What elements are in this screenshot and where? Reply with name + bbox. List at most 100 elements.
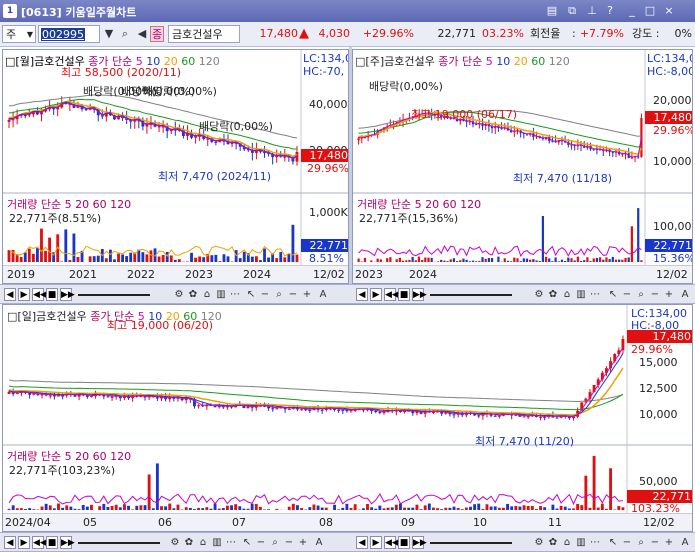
volume-bar <box>423 505 427 510</box>
minus-zoom-icon[interactable]: − <box>258 287 272 302</box>
d-settings-icon[interactable]: ✿ <box>182 535 196 550</box>
w-rewind-button[interactable]: ◀◀ <box>384 288 399 301</box>
candle-body <box>197 405 201 407</box>
d2-draw-icon[interactable]: ⋯ <box>588 535 602 550</box>
d-stop-button[interactable]: ■ <box>46 536 58 549</box>
volume-bar <box>254 503 258 510</box>
grid-icon[interactable]: ▤ <box>545 4 559 18</box>
volume-bar <box>341 507 345 510</box>
d-auto-scale-icon[interactable]: A <box>312 535 326 550</box>
w-magnify-icon[interactable]: ⌕ <box>634 287 648 302</box>
d-plus-icon[interactable]: + <box>296 535 310 550</box>
d2-tools-icon[interactable]: ⌂ <box>560 535 574 550</box>
w-scroll-left-button[interactable]: ◀ <box>356 288 368 301</box>
w-tools-icon[interactable]: ⌂ <box>560 287 574 302</box>
d2-settings-icon[interactable]: ✿ <box>546 535 560 550</box>
d2-layout-icon[interactable]: ▥ <box>574 535 588 550</box>
d2-gear-icon[interactable]: ⚙ <box>532 535 546 550</box>
d2-auto-scale-icon[interactable]: A <box>678 535 692 550</box>
d-draw-icon[interactable]: ⋯ <box>224 535 238 550</box>
forward-button[interactable]: ▶▶ <box>60 288 75 301</box>
d-magnify-icon[interactable]: ⌕ <box>268 535 282 550</box>
w-stop-button[interactable]: ■ <box>398 288 410 301</box>
stock-code-input[interactable]: 002995 <box>38 25 100 43</box>
stop-button[interactable]: ■ <box>46 288 58 301</box>
gear-icon[interactable]: ⚙ <box>172 287 186 302</box>
volume-bar <box>621 507 625 510</box>
rewind-button[interactable]: ◀◀ <box>32 288 47 301</box>
search-icon[interactable]: ⌕ <box>117 25 133 43</box>
link-icon[interactable]: ⧉ <box>565 4 579 18</box>
magnify-icon[interactable]: ⌕ <box>272 287 286 302</box>
maximize-icon[interactable]: □ <box>643 4 657 18</box>
d2-stop-button[interactable]: ■ <box>398 536 410 549</box>
volume-bar <box>514 506 518 510</box>
w-draw-icon[interactable]: ⋯ <box>588 287 602 302</box>
w-auto-scale-icon[interactable]: A <box>678 287 692 302</box>
volume-bar <box>337 509 341 510</box>
help-icon[interactable]: ? <box>603 4 617 18</box>
d-gear-icon[interactable]: ⚙ <box>168 535 182 550</box>
d2-forward-button[interactable]: ▶▶ <box>412 536 427 549</box>
monthly-div-3: 배당락(0,00%) <box>143 85 217 98</box>
volume-bar <box>85 506 89 510</box>
minus-icon[interactable]: − <box>286 287 300 302</box>
d2-minus-icon[interactable]: − <box>648 535 662 550</box>
settings-icon[interactable]: ✿ <box>186 287 200 302</box>
w-layout-icon[interactable]: ▥ <box>574 287 588 302</box>
w-minus-zoom-icon[interactable]: − <box>620 287 634 302</box>
d-scroll-right-button[interactable]: ▶ <box>18 536 30 549</box>
d-rewind-button[interactable]: ◀◀ <box>32 536 47 549</box>
d-tools-icon[interactable]: ⌂ <box>196 535 210 550</box>
d-cursor-icon[interactable]: ↖ <box>240 535 254 550</box>
w-scroll-right-button[interactable]: ▶ <box>370 288 382 301</box>
d2-plus-icon[interactable]: + <box>662 535 676 550</box>
d2-minus-zoom-icon[interactable]: − <box>620 535 634 550</box>
w-forward-button[interactable]: ▶▶ <box>412 288 427 301</box>
close-icon[interactable]: × <box>662 4 676 18</box>
d2-scroll-left-button[interactable]: ◀ <box>356 536 368 549</box>
volume-bar <box>40 506 44 510</box>
d2-magnify-icon[interactable]: ⌕ <box>634 535 648 550</box>
w-minus-icon[interactable]: − <box>648 287 662 302</box>
d2-zoom-slider[interactable] <box>430 542 512 544</box>
d-scroll-left-button[interactable]: ◀ <box>4 536 16 549</box>
volume-bar <box>151 508 155 510</box>
d-forward-button[interactable]: ▶▶ <box>60 536 75 549</box>
speaker-icon[interactable]: ◀ <box>134 25 150 43</box>
candle-body <box>378 411 382 413</box>
w-gear-icon[interactable]: ⚙ <box>532 287 546 302</box>
pin-icon[interactable]: ⊥ <box>585 4 599 18</box>
auto-scale-icon[interactable]: A <box>316 287 330 302</box>
draw-icon[interactable]: ⋯ <box>228 287 242 302</box>
tools-icon[interactable]: ⌂ <box>200 287 214 302</box>
d2-scroll-right-button[interactable]: ▶ <box>370 536 382 549</box>
cursor-icon[interactable]: ↖ <box>244 287 258 302</box>
d2-cursor-icon[interactable]: ↖ <box>606 535 620 550</box>
zoom-slider[interactable] <box>78 294 150 296</box>
d-minus-zoom-icon[interactable]: − <box>254 535 268 550</box>
d-minus-icon[interactable]: − <box>282 535 296 550</box>
scroll-left-button[interactable]: ◀ <box>4 288 16 301</box>
w-cursor-icon[interactable]: ↖ <box>606 287 620 302</box>
stock-name-field[interactable]: 금호건설우 <box>168 25 240 43</box>
dropdown-icon[interactable]: ▼ <box>101 25 117 43</box>
volume-bar <box>506 503 510 510</box>
monthly-div-4: 배당락(0,00%) <box>199 120 273 133</box>
w-plus-icon[interactable]: + <box>662 287 676 302</box>
d2-rewind-button[interactable]: ◀◀ <box>384 536 399 549</box>
minimize-icon[interactable]: _ <box>625 4 639 18</box>
scroll-right-button[interactable]: ▶ <box>18 288 30 301</box>
d-layout-icon[interactable]: ▥ <box>210 535 224 550</box>
d-zoom-slider[interactable] <box>78 542 160 544</box>
volume-bar <box>551 504 555 510</box>
market-select[interactable]: 주 ▼ <box>2 25 36 43</box>
volume-bar <box>287 254 291 262</box>
candle-body <box>382 412 386 414</box>
w-zoom-slider[interactable] <box>430 294 512 296</box>
w-settings-icon[interactable]: ✿ <box>546 287 560 302</box>
layout-icon[interactable]: ▥ <box>214 287 228 302</box>
plus-icon[interactable]: + <box>300 287 314 302</box>
weekly-hc: HC:-8,00 <box>647 65 693 78</box>
volume-bar <box>88 256 92 262</box>
